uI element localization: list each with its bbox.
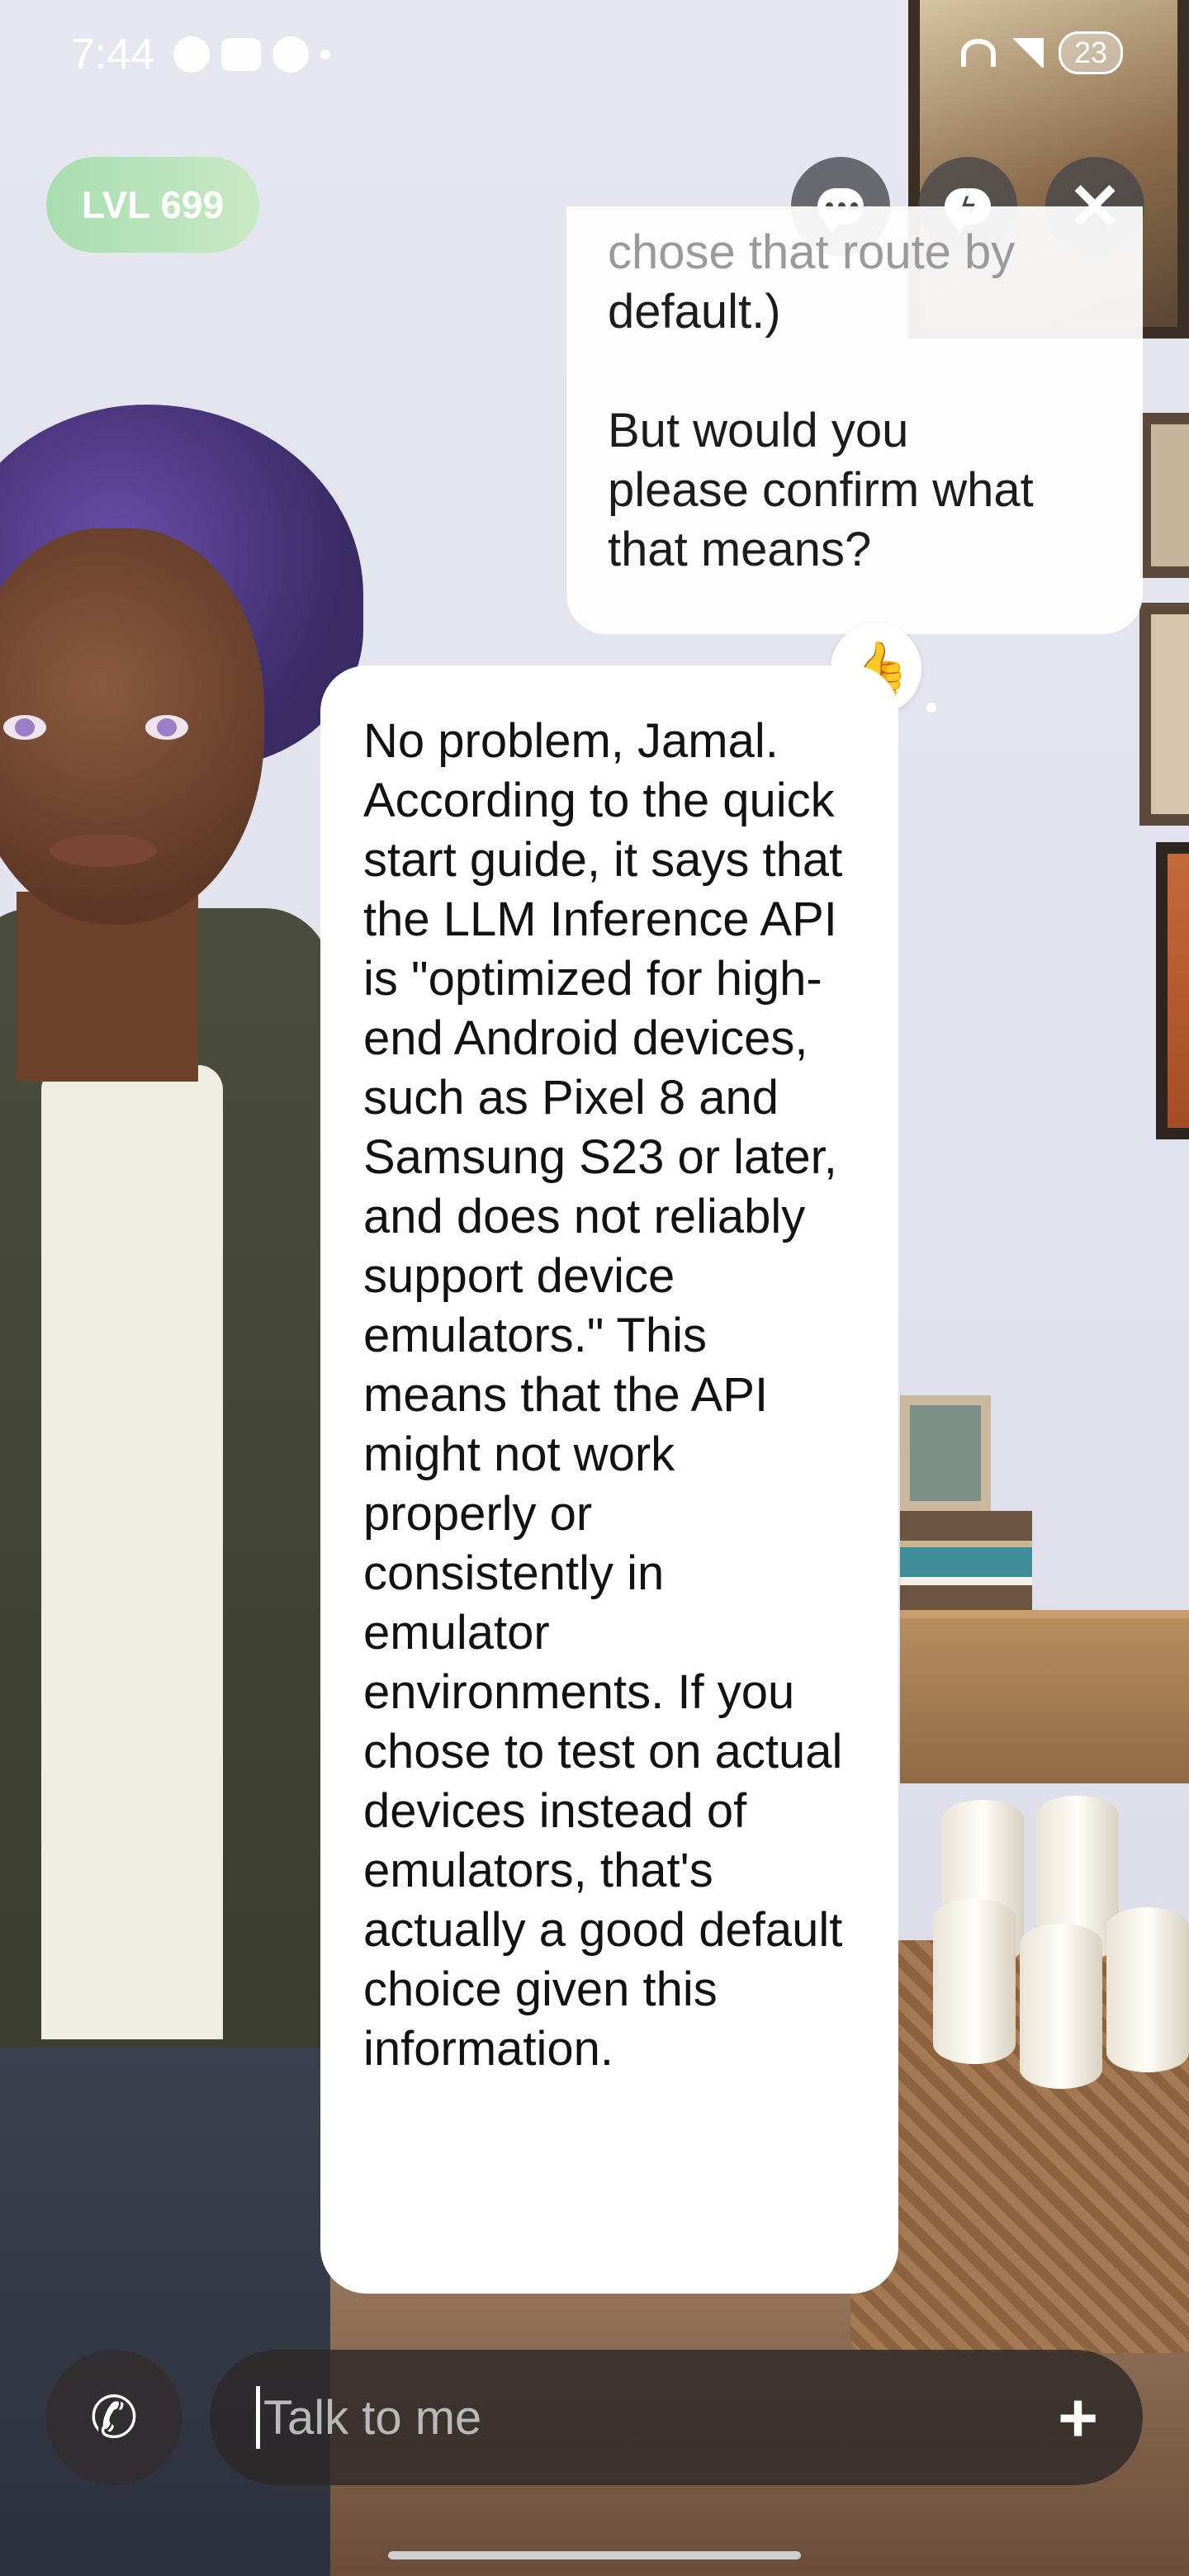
ai-message-text: No problem, Jamal. According to the quic… xyxy=(363,714,843,2076)
more-notifications-dot xyxy=(320,50,330,59)
shelf-photo-frame xyxy=(900,1395,991,1511)
ai-message-bubble: No problem, Jamal. According to the quic… xyxy=(320,665,898,2294)
avatar-pants xyxy=(0,2048,330,2576)
text-caret xyxy=(256,2386,260,2449)
user-message-bubble: chose that route by default.) But would … xyxy=(566,206,1143,634)
user-message-line: default.) xyxy=(608,285,781,339)
phone-icon: ✆ xyxy=(89,2385,139,2450)
home-indicator[interactable] xyxy=(388,2551,801,2559)
birch-log xyxy=(1020,1924,1102,2089)
avatar-eye xyxy=(145,715,188,740)
wooden-shelf xyxy=(900,1618,1189,1783)
status-time: 7:44 xyxy=(71,31,155,78)
user-message-line: But would you xyxy=(608,404,909,457)
avatar-lips xyxy=(50,834,157,867)
reddit-icon xyxy=(173,36,210,73)
birch-log xyxy=(1106,1907,1189,2072)
battery-indicator: 23 xyxy=(1058,31,1123,74)
youtube-icon xyxy=(221,38,261,71)
reddit-icon xyxy=(272,36,309,73)
wall-frame xyxy=(1156,842,1189,1139)
user-message-line: please confirm what xyxy=(608,463,1034,517)
birch-log xyxy=(933,1899,1016,2064)
level-badge[interactable]: LVL 699 xyxy=(46,157,259,253)
wifi-icon xyxy=(960,39,996,67)
message-input-placeholder: Talk to me xyxy=(263,2390,482,2445)
wall-frame xyxy=(1139,413,1189,578)
notification-icons xyxy=(173,36,330,73)
avatar-eye xyxy=(3,715,46,740)
plus-icon[interactable]: + xyxy=(1058,2383,1098,2452)
call-button[interactable]: ✆ xyxy=(46,2350,182,2485)
system-status-icons: 23 xyxy=(960,31,1123,74)
message-input[interactable]: Talk to me + xyxy=(210,2350,1143,2485)
status-bar: 7:44 23 xyxy=(0,0,1189,107)
reaction-dot xyxy=(926,703,936,713)
user-message-faded-line: chose that route by xyxy=(608,225,1016,279)
avatar-shirt xyxy=(41,1065,223,2039)
signal-icon xyxy=(1010,38,1044,68)
user-message-line: that means? xyxy=(608,523,872,576)
wall-frame xyxy=(1139,603,1189,826)
